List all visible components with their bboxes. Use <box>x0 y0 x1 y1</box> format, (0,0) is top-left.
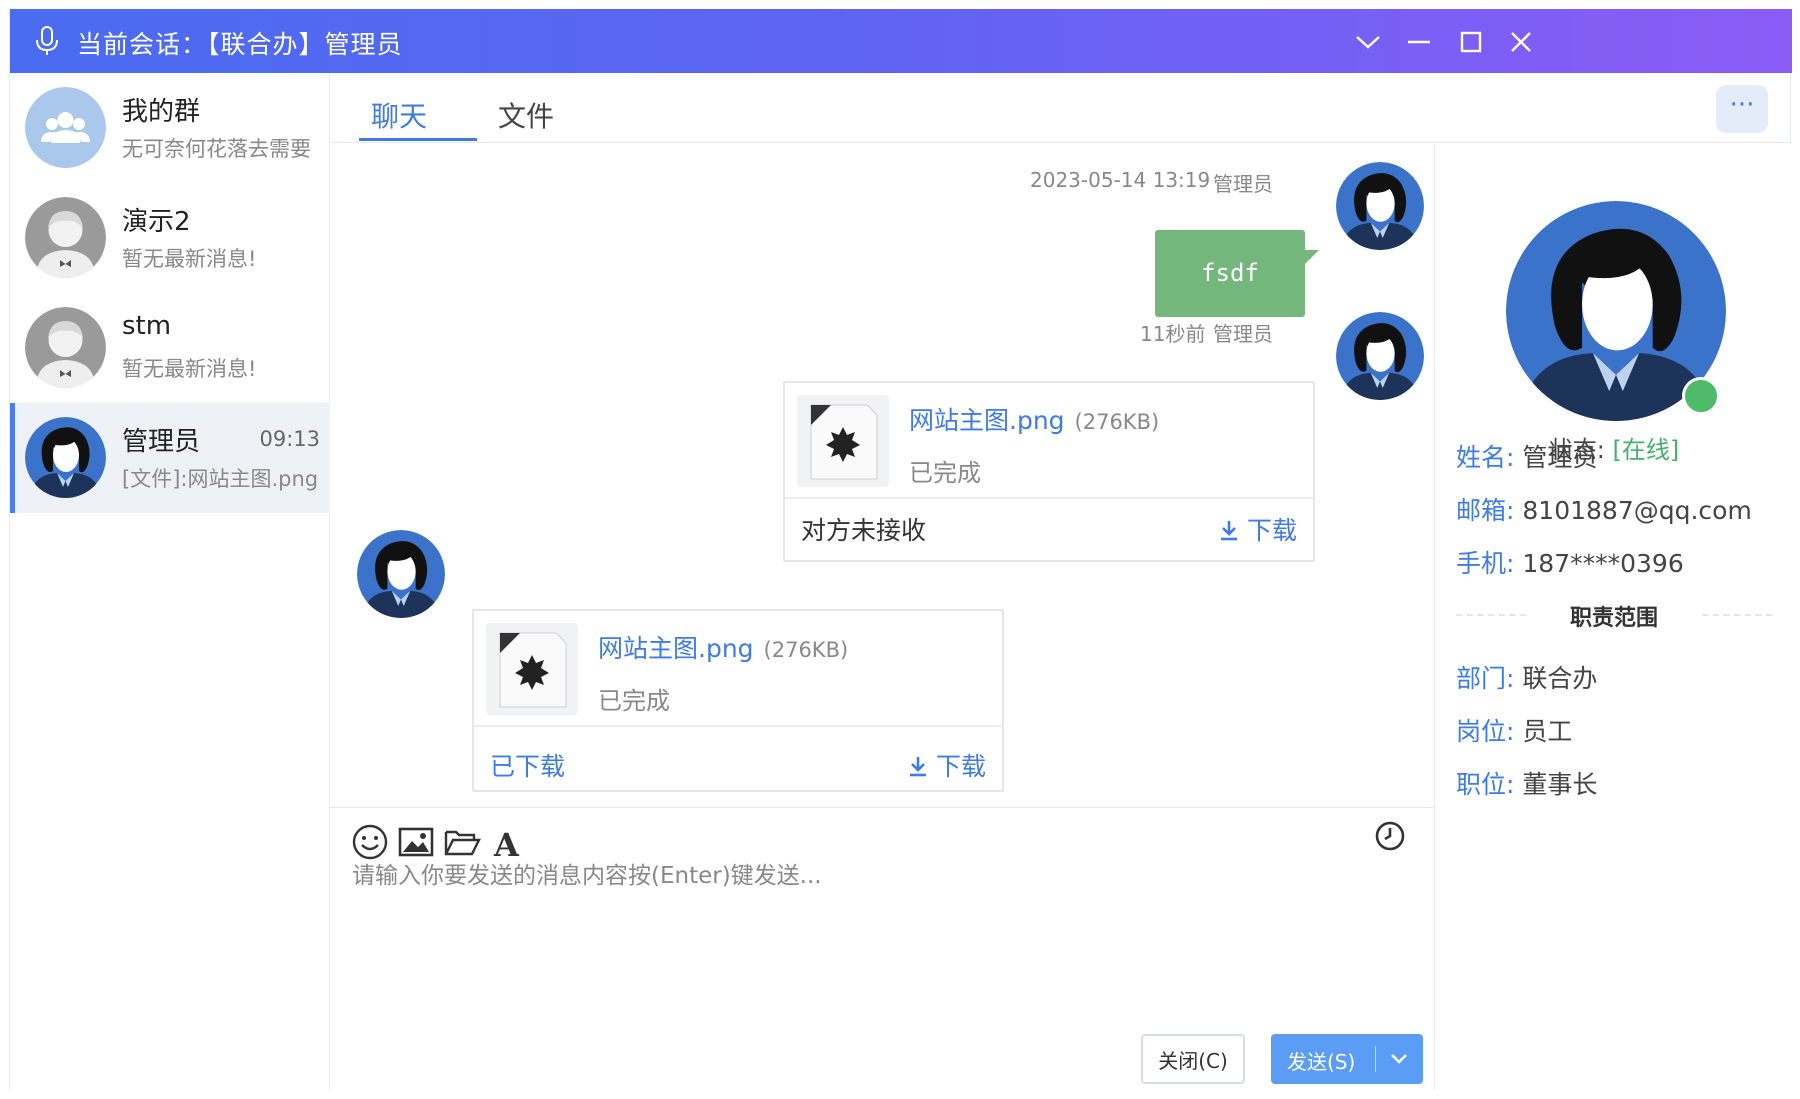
tab-files[interactable]: 文件 <box>498 95 554 135</box>
message-sender: 管理员 <box>1213 172 1273 196</box>
file-status: 已完成 <box>598 687 670 715</box>
download-label: 下载 <box>935 752 986 781</box>
download-icon <box>909 757 926 777</box>
microphone-icon[interactable] <box>32 25 62 57</box>
conversation-item[interactable]: stm 暂无最新消息! <box>10 293 330 403</box>
profile-field-position: 岗位: 员工 <box>1456 712 1572 748</box>
conversation-last-message: 暂无最新消息! <box>122 247 257 271</box>
field-label: 职位: <box>1456 770 1515 799</box>
conversation-last-message: 暂无最新消息! <box>122 357 257 381</box>
message-sender: 管理员 <box>1213 322 1273 346</box>
conversation-name: 我的群 <box>122 97 201 127</box>
file-message-card[interactable]: 网站主图.png (276KB) 已完成 对方未接收 下载 <box>783 381 1315 562</box>
conversation-item[interactable]: 我的群 无可奈何花落去需要 <box>10 73 330 183</box>
status-value: [在线] <box>1612 436 1680 464</box>
close-button[interactable]: 关闭(C) <box>1141 1034 1245 1084</box>
online-status-dot <box>1682 377 1720 415</box>
file-size: (276KB) <box>763 638 849 662</box>
message-list[interactable]: 2023-05-14 13:19 管理员 fsdf 11秒前 管理员 网站主图.… <box>330 144 1435 807</box>
conversation-list: 我的群 无可奈何花落去需要 演示2 暂无最新消息! stm 暂无最新消息! 管理… <box>10 73 330 1089</box>
chevron-down-icon[interactable] <box>1349 23 1387 61</box>
conversation-name: 管理员 <box>122 427 201 457</box>
conversation-last-message: [文件]:网站主图.png <box>122 467 319 491</box>
field-label: 邮箱: <box>1456 496 1515 525</box>
download-button[interactable]: 下载 <box>1219 511 1297 547</box>
png-file-icon <box>797 395 889 487</box>
profile-field-phone: 手机: 187****0396 <box>1456 544 1684 580</box>
message-time: 11秒前 <box>1140 322 1206 346</box>
file-name[interactable]: 网站主图.png <box>909 406 1065 435</box>
conversation-last-message: 无可奈何花落去需要 <box>122 137 311 161</box>
tab-underline <box>359 138 477 141</box>
field-label: 手机: <box>1456 549 1515 578</box>
field-value: 管理员 <box>1522 443 1598 472</box>
message-input[interactable] <box>352 856 1412 996</box>
field-value: 董事长 <box>1522 770 1598 799</box>
download-button[interactable]: 下载 <box>908 747 986 783</box>
field-label: 部门: <box>1456 664 1515 693</box>
profile-field-title: 职位: 董事长 <box>1456 765 1597 801</box>
maximize-icon[interactable] <box>1452 23 1490 61</box>
send-button[interactable]: 发送(S) <box>1271 1034 1423 1084</box>
png-file-icon <box>486 623 578 715</box>
user-admin-avatar <box>25 417 106 498</box>
downloaded-status: 已下载 <box>490 752 566 781</box>
file-card-header: 网站主图.png (276KB) 已完成 <box>474 611 1002 727</box>
message-time: 2023-05-14 13:19 <box>1030 168 1211 192</box>
close-icon[interactable] <box>1502 23 1540 61</box>
send-label: 发送(S) <box>1287 1050 1356 1074</box>
message-bubble[interactable]: fsdf <box>1155 230 1319 317</box>
sender-avatar[interactable] <box>1336 312 1424 400</box>
profile-field-department: 部门: 联合办 <box>1456 659 1597 695</box>
minimize-icon[interactable] <box>1400 23 1438 61</box>
contact-profile-panel: 状态: [在线] 姓名: 管理员 邮箱: 8101887@qq.com 手机: … <box>1436 144 1792 1089</box>
sender-avatar[interactable] <box>1336 162 1424 250</box>
file-name-link[interactable]: 网站主图.png (276KB) <box>909 401 1159 437</box>
conversation-item[interactable]: 演示2 暂无最新消息! <box>10 183 330 293</box>
file-size: (276KB) <box>1074 410 1160 434</box>
field-value: 联合办 <box>1522 664 1598 693</box>
clock-icon[interactable] <box>1374 820 1406 852</box>
user-gray-avatar <box>25 307 106 388</box>
file-message-card[interactable]: 网站主图.png (276KB) 已完成 已下载 下载 <box>472 609 1004 792</box>
chat-window: 当前会话：【联合办】管理员 我的群 无可奈何花落去需要 演示2 暂无最新消息! … <box>9 9 1792 1089</box>
conversation-name: stm <box>122 311 172 341</box>
download-label: 下载 <box>1246 516 1297 545</box>
receive-status: 对方未接收 <box>801 516 927 545</box>
section-title: 职责范围 <box>1569 606 1658 631</box>
profile-field-name: 姓名: 管理员 <box>1456 438 1597 474</box>
sender-avatar[interactable] <box>357 530 445 618</box>
file-name[interactable]: 网站主图.png <box>598 634 754 663</box>
field-value: 员工 <box>1522 717 1573 746</box>
title-bar[interactable]: 当前会话：【联合办】管理员 <box>10 9 1792 73</box>
download-icon <box>1220 521 1237 541</box>
button-separator <box>1375 1046 1376 1072</box>
profile-field-email: 邮箱: 8101887@qq.com <box>1456 491 1752 527</box>
group-icon <box>25 87 106 168</box>
message-composer: A 关闭(C) 发送(S) <box>330 807 1435 1089</box>
tab-chat[interactable]: 聊天 <box>371 95 427 135</box>
window-title: 当前会话：【联合办】管理员 <box>77 30 403 59</box>
user-gray-avatar <box>25 197 106 278</box>
more-options-button[interactable]: ··· <box>1716 85 1768 133</box>
conversation-name: 演示2 <box>122 207 191 237</box>
field-value: 187****0396 <box>1522 549 1684 578</box>
field-label: 姓名: <box>1456 443 1515 472</box>
file-card-header: 网站主图.png (276KB) 已完成 <box>785 383 1313 499</box>
field-label: 岗位: <box>1456 717 1515 746</box>
section-divider-right <box>1702 614 1772 616</box>
file-status: 已完成 <box>909 459 981 487</box>
file-name-link[interactable]: 网站主图.png (276KB) <box>598 629 848 665</box>
chat-tabs: 聊天 文件 ··· <box>330 73 1792 143</box>
field-value: 8101887@qq.com <box>1522 496 1752 525</box>
conversation-item-active[interactable]: 管理员 09:13 [文件]:网站主图.png <box>10 403 330 513</box>
chevron-down-icon[interactable] <box>1387 1048 1411 1070</box>
conversation-time: 09:13 <box>259 427 320 451</box>
